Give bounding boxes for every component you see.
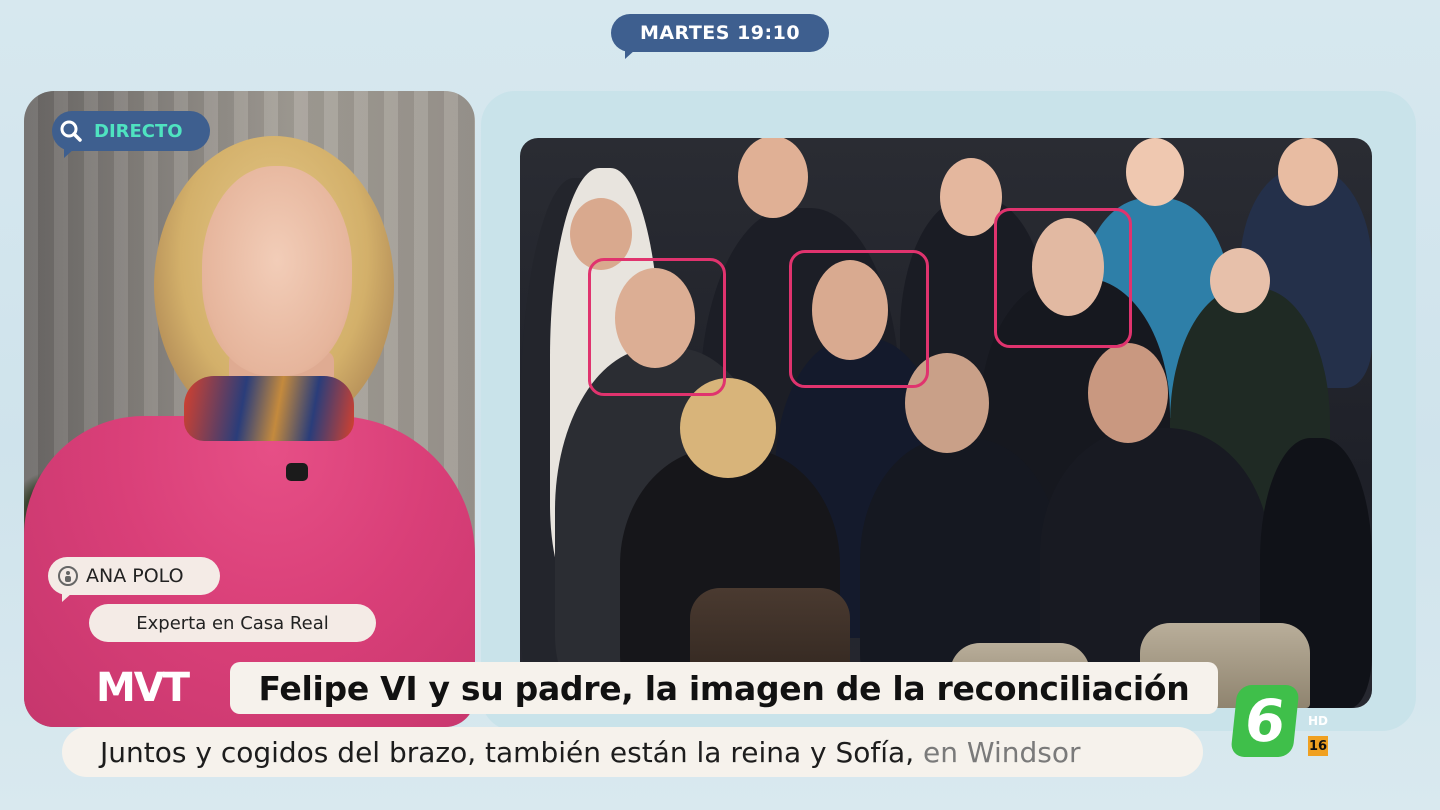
live-badge: DIRECTO [52, 111, 210, 158]
search-icon [60, 120, 82, 142]
crowd-head [1278, 138, 1338, 206]
mvt-logo-text: MVT [96, 665, 190, 711]
mvt-logo: MVT [96, 662, 226, 714]
subtitle-banner: Juntos y cogidos del brazo, también está… [62, 727, 1203, 777]
presenter-role-tag: Experta en Casa Real [89, 604, 376, 642]
headline-banner: Felipe VI y su padre, la imagen de la re… [230, 662, 1218, 714]
lapel-mic [286, 463, 308, 481]
smiling-man-head [1088, 343, 1168, 443]
time-pill: MARTES 19:10 [611, 14, 829, 59]
person-icon [58, 566, 78, 586]
channel-logo: 6 [1230, 685, 1300, 757]
channel-logo-text: 6 [1241, 687, 1289, 755]
highlight-box-juan-carlos [994, 208, 1132, 348]
crowd-head [1210, 248, 1270, 313]
presenter-role: Experta en Casa Real [136, 612, 329, 634]
crowd-head [1126, 138, 1184, 206]
time-label: MARTES 19:10 [639, 22, 801, 44]
hd-badge: HD [1308, 714, 1329, 728]
subtitle-text: Juntos y cogidos del brazo, también está… [100, 735, 915, 769]
crowd-head [940, 158, 1002, 236]
live-label: DIRECTO [94, 120, 183, 142]
highlight-box-felipe [588, 258, 726, 396]
subtitle-fade-text: en Windsor [923, 735, 1081, 769]
age-rating-badge: 16 [1308, 736, 1328, 756]
highlight-box-letizia [789, 250, 929, 388]
windsor-photo [520, 138, 1372, 708]
presenter-name-tag: ANA POLO [48, 557, 220, 602]
crowd-head [738, 138, 808, 218]
presenter-scarf [184, 376, 354, 441]
headline-text: Felipe VI y su padre, la imagen de la re… [258, 668, 1190, 708]
presenter-name: ANA POLO [86, 565, 184, 587]
presenter-face [202, 166, 352, 376]
